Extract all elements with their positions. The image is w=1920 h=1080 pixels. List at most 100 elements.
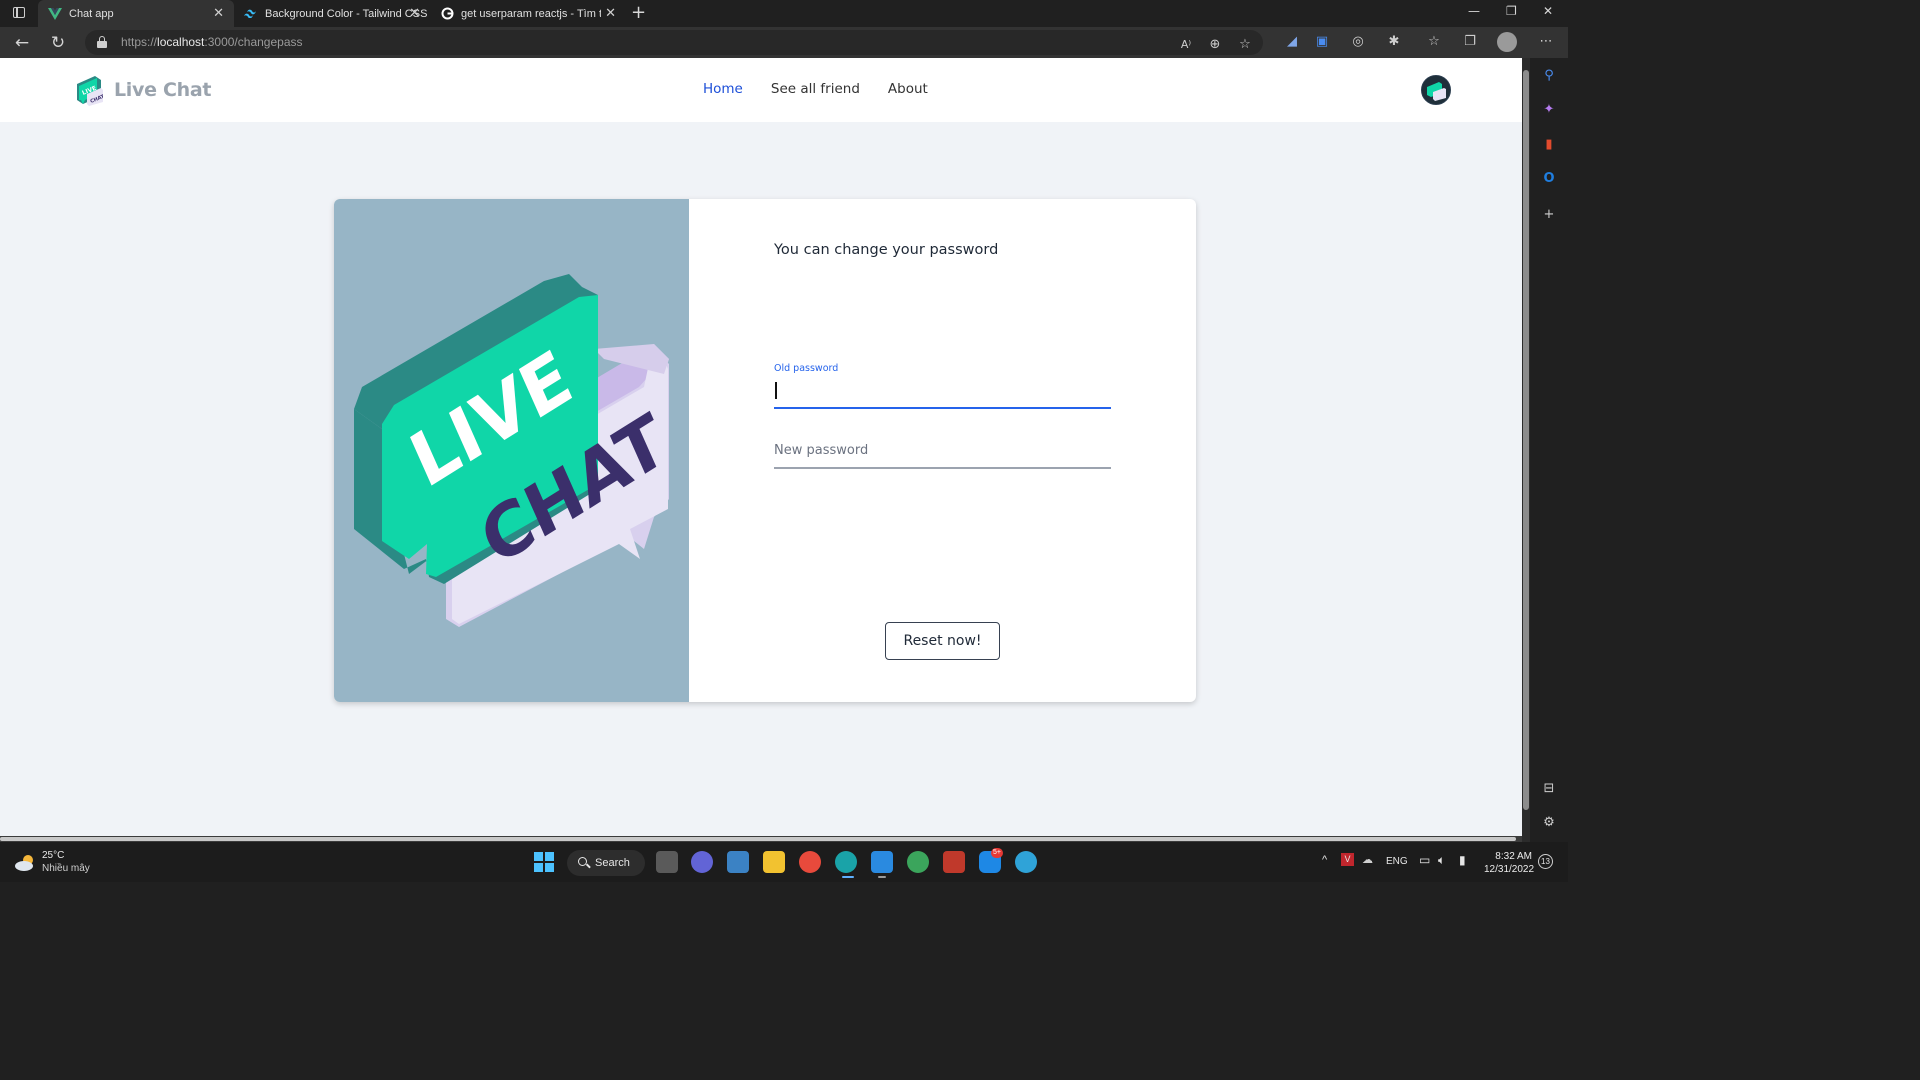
tab-title: get userparam reactjs - Tìm trên <box>461 7 601 20</box>
lock-icon[interactable] <box>97 36 107 48</box>
change-password-form: You can change your password Old passwor… <box>689 199 1196 702</box>
archive-app-icon[interactable] <box>943 851 965 873</box>
clock-time: 8:32 AM <box>1495 851 1532 862</box>
brand-name: Live Chat <box>114 79 212 101</box>
edge-icon[interactable] <box>835 851 857 873</box>
display-icon[interactable]: ▭ <box>1419 853 1430 867</box>
weather-widget[interactable]: 25°C Nhiều mây <box>14 850 90 875</box>
vue-icon <box>48 7 62 21</box>
volume-icon[interactable]: 🔈︎ <box>1438 853 1445 868</box>
read-aloud-icon[interactable]: A⁾ <box>1177 36 1195 54</box>
nav-home[interactable]: Home <box>703 81 743 97</box>
tab-google-search[interactable]: get userparam reactjs - Tìm trên ✕ <box>430 0 626 27</box>
back-icon[interactable]: ← <box>11 32 33 54</box>
extensions-puzzle-icon[interactable]: ✱ <box>1385 33 1403 51</box>
brand[interactable]: LIVE CHAT Live Chat <box>73 74 211 106</box>
microsoft-store-icon[interactable] <box>727 851 749 873</box>
zalo-badge: 5+ <box>991 848 1003 858</box>
collections-icon[interactable]: ❐ <box>1461 33 1479 51</box>
zoom-icon[interactable]: ⊕ <box>1206 36 1224 54</box>
performance-icon[interactable]: ◎ <box>1349 33 1367 51</box>
live-chat-logo-icon: LIVE CHAT <box>77 76 103 106</box>
favorite-add-icon[interactable]: ☆ <box>1236 36 1254 54</box>
form-title: You can change your password <box>774 242 999 258</box>
edge-sidebar: ⚲ ✦ ▮ O + ⊟ ⚙ <box>1530 58 1568 842</box>
change-password-card: LIVE CHAT You can change your password O… <box>334 199 1196 702</box>
new-password-input[interactable] <box>774 435 1111 465</box>
reset-now-button[interactable]: Reset now! <box>885 622 1000 660</box>
new-password-underline <box>774 467 1111 469</box>
nav-about[interactable]: About <box>888 81 928 97</box>
search-icon[interactable]: ⚲ <box>1540 67 1558 85</box>
search-icon <box>578 857 587 866</box>
outlook-icon[interactable]: O <box>1540 170 1558 188</box>
tab-tailwind[interactable]: Background Color - Tailwind CSS ✕ <box>234 0 430 27</box>
old-password-input[interactable] <box>774 378 1111 408</box>
old-password-label: Old password <box>774 363 839 374</box>
address-toolbar: ← ↻ https://localhost:3000/changepass A⁾… <box>0 27 1568 58</box>
taskbar-clock[interactable]: 8:32 AM 12/31/2022 <box>1484 850 1535 876</box>
sidebar-panel-icon[interactable]: ⊟ <box>1540 780 1558 798</box>
translate-icon[interactable]: ▣ <box>1313 33 1331 51</box>
chrome-icon[interactable] <box>799 851 821 873</box>
old-password-field: Old password <box>774 363 1111 411</box>
text-caret <box>775 382 777 399</box>
page-viewport: LIVE CHAT Live Chat Home See all friend … <box>0 58 1522 836</box>
vscode-icon[interactable] <box>871 851 893 873</box>
extension-icon[interactable]: ◢ <box>1283 33 1301 51</box>
avatar-logo-icon <box>1422 76 1450 104</box>
running-indicator <box>878 876 886 878</box>
tab-actions-icon[interactable] <box>8 5 30 22</box>
chrome-profile-icon[interactable] <box>907 851 929 873</box>
avatar[interactable] <box>1421 75 1451 105</box>
add-icon[interactable]: + <box>1540 206 1558 224</box>
url-text: https://localhost:3000/changepass <box>121 35 303 49</box>
windows-start-icon[interactable] <box>533 851 555 873</box>
tailwind-icon <box>244 7 258 21</box>
nav-see-all-friend[interactable]: See all friend <box>771 81 860 97</box>
settings-icon[interactable]: ⚙ <box>1540 814 1558 832</box>
taskbar-search[interactable]: Search <box>567 850 645 876</box>
minimize-icon[interactable]: — <box>1468 4 1480 18</box>
live-chat-illustration: LIVE CHAT <box>334 199 689 702</box>
refresh-icon[interactable]: ↻ <box>47 32 69 54</box>
restore-icon[interactable]: ❐ <box>1506 4 1517 18</box>
address-bar[interactable]: https://localhost:3000/changepass A⁾ ⊕ ☆ <box>85 30 1263 55</box>
tab-title: Background Color - Tailwind CSS <box>265 7 428 20</box>
new-tab-icon[interactable]: + <box>631 3 646 23</box>
close-tab-icon[interactable]: ✕ <box>605 6 616 20</box>
globe-app-icon[interactable] <box>1015 851 1037 873</box>
battery-icon[interactable]: ▮ <box>1459 853 1466 867</box>
taskbar-search-label: Search <box>595 857 630 869</box>
task-view-icon[interactable] <box>656 851 678 873</box>
office-icon[interactable]: ▮ <box>1540 136 1558 154</box>
vertical-scrollbar[interactable] <box>1522 58 1530 842</box>
copilot-icon[interactable]: ✦ <box>1540 101 1558 119</box>
weather-condition: Nhiều mây <box>42 863 90 874</box>
old-password-underline <box>774 407 1111 409</box>
close-window-icon[interactable]: ✕ <box>1543 4 1553 18</box>
favorites-icon[interactable]: ☆ <box>1425 33 1443 51</box>
file-explorer-icon[interactable] <box>763 851 785 873</box>
notification-count[interactable]: 13 <box>1538 854 1553 869</box>
network-status-icon[interactable]: ☁ <box>1362 853 1373 866</box>
site-navbar: LIVE CHAT Live Chat Home See all friend … <box>0 58 1522 122</box>
tab-title: Chat app <box>69 7 114 20</box>
clock-date: 12/31/2022 <box>1484 864 1535 875</box>
tab-chat-app[interactable]: Chat app ✕ <box>38 0 234 27</box>
tab-strip: Chat app ✕ Background Color - Tailwind C… <box>0 0 1568 27</box>
tray-overflow-icon[interactable]: ^ <box>1322 854 1327 866</box>
antivirus-icon[interactable]: V <box>1341 853 1354 866</box>
windows-taskbar: 25°C Nhiều mây Search 5+ ^ V ☁ ENG ▭ 🔈︎ … <box>0 842 1568 882</box>
active-indicator <box>842 876 854 878</box>
teams-chat-icon[interactable] <box>691 851 713 873</box>
google-icon <box>440 7 454 21</box>
close-tab-icon[interactable]: ✕ <box>409 6 420 20</box>
main-nav: Home See all friend About <box>703 81 956 97</box>
language-indicator[interactable]: ENG <box>1386 856 1408 867</box>
cloud-weather-icon <box>14 854 36 872</box>
close-tab-icon[interactable]: ✕ <box>213 6 224 20</box>
profile-icon[interactable] <box>1497 32 1517 52</box>
new-password-field <box>774 435 1111 471</box>
more-menu-icon[interactable]: ⋯ <box>1537 33 1555 51</box>
